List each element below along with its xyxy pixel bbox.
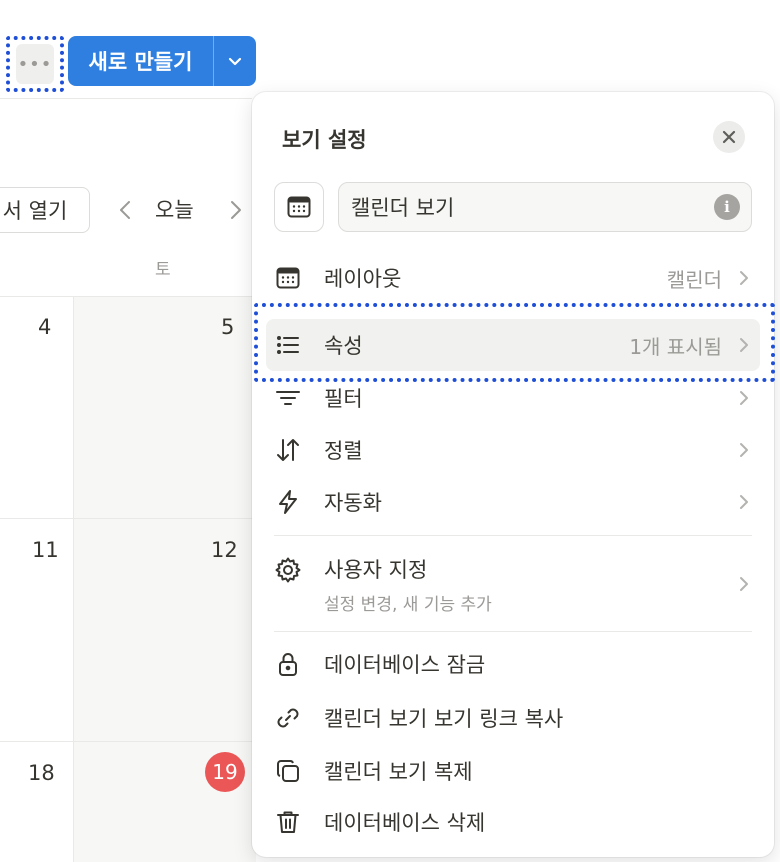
view-name-input[interactable]	[338, 182, 752, 232]
more-options-button[interactable]: •••	[6, 36, 64, 92]
chevron-right-icon	[732, 493, 756, 511]
menu-divider	[274, 631, 752, 632]
chevron-down-icon[interactable]	[214, 36, 256, 86]
weekday-header-sat: 토	[155, 260, 171, 280]
calendar-icon	[266, 252, 310, 304]
calendar-day[interactable]: 4	[38, 315, 51, 339]
panel-title: 보기 설정	[282, 128, 367, 152]
menu-item-label: 캘린더 보기 보기 링크 복사	[324, 707, 564, 731]
open-as-button[interactable]: 서 열기	[0, 187, 90, 233]
view-settings-panel: 보기 설정 i 레이아웃 캘린더 속성	[252, 92, 774, 857]
chevron-right-icon	[732, 336, 756, 354]
menu-item-sort[interactable]: 정렬	[266, 424, 760, 476]
link-icon	[266, 692, 310, 744]
menu-item-description: 설정 변경, 새 기능 추가	[324, 594, 492, 615]
more-icon: •••	[16, 44, 54, 84]
menu-item-layout[interactable]: 레이아웃 캘린더	[266, 252, 760, 304]
calendar-grid-line	[0, 518, 256, 519]
menu-item-label: 캘린더 보기 복제	[324, 760, 473, 784]
close-icon	[722, 130, 736, 144]
sort-icon	[266, 424, 310, 476]
trash-icon	[266, 796, 310, 848]
calendar-grid-line	[0, 741, 256, 742]
menu-item-label: 자동화	[324, 491, 382, 515]
list-icon	[266, 319, 310, 371]
calendar-day[interactable]: 18	[28, 761, 55, 785]
chevron-right-icon	[732, 389, 756, 407]
today-badge[interactable]: 19	[205, 752, 245, 792]
chevron-right-icon	[732, 575, 756, 593]
chevron-left-icon[interactable]	[114, 196, 136, 224]
close-button[interactable]	[713, 121, 745, 153]
menu-divider	[274, 535, 752, 536]
chevron-right-icon[interactable]	[225, 196, 247, 224]
calendar-grid-line	[73, 296, 74, 862]
calendar-grid-line	[0, 296, 256, 297]
menu-item-lock-database[interactable]: 데이터베이스 잠금	[266, 638, 760, 690]
customize-text: 사용자 지정 설정 변경, 새 기능 추가	[324, 554, 732, 615]
menu-item-properties[interactable]: 속성 1개 표시됨	[266, 319, 760, 371]
calendar-day[interactable]: 12	[211, 538, 238, 562]
menu-item-label: 데이터베이스 삭제	[324, 811, 486, 835]
menu-item-label: 데이터베이스 잠금	[324, 653, 486, 677]
calendar-icon	[287, 196, 311, 218]
menu-item-copy-link[interactable]: 캘린더 보기 보기 링크 복사	[266, 692, 760, 744]
menu-item-label: 레이아웃	[324, 267, 402, 291]
chevron-right-icon	[732, 441, 756, 459]
new-button[interactable]: 새로 만들기	[68, 36, 256, 86]
view-icon-button[interactable]	[274, 182, 324, 232]
menu-item-filter[interactable]: 필터	[266, 372, 760, 424]
toolbar-divider	[0, 98, 252, 99]
menu-item-delete-database[interactable]: 데이터베이스 삭제	[266, 796, 760, 848]
menu-item-value: 캘린더	[666, 267, 722, 292]
new-button-label: 새로 만들기	[68, 36, 214, 86]
info-icon[interactable]: i	[714, 194, 740, 220]
lock-icon	[266, 638, 310, 690]
menu-item-automation[interactable]: 자동화	[266, 476, 760, 528]
menu-item-value: 1개 표시됨	[629, 334, 722, 359]
gear-icon	[266, 548, 310, 592]
menu-item-label: 정렬	[324, 439, 363, 463]
lightning-icon	[266, 476, 310, 528]
menu-item-label: 속성	[324, 334, 363, 358]
chevron-right-icon	[732, 269, 756, 287]
calendar-day[interactable]: 5	[221, 315, 234, 339]
menu-item-label: 사용자 지정	[324, 557, 428, 582]
calendar-day[interactable]: 11	[32, 538, 59, 562]
menu-item-label: 필터	[324, 387, 363, 411]
duplicate-icon	[266, 745, 310, 797]
menu-item-customize[interactable]: 사용자 지정 설정 변경, 새 기능 추가	[266, 548, 760, 620]
filter-icon	[266, 372, 310, 424]
menu-item-duplicate[interactable]: 캘린더 보기 복제	[266, 745, 760, 797]
today-button[interactable]: 오늘	[155, 194, 194, 224]
